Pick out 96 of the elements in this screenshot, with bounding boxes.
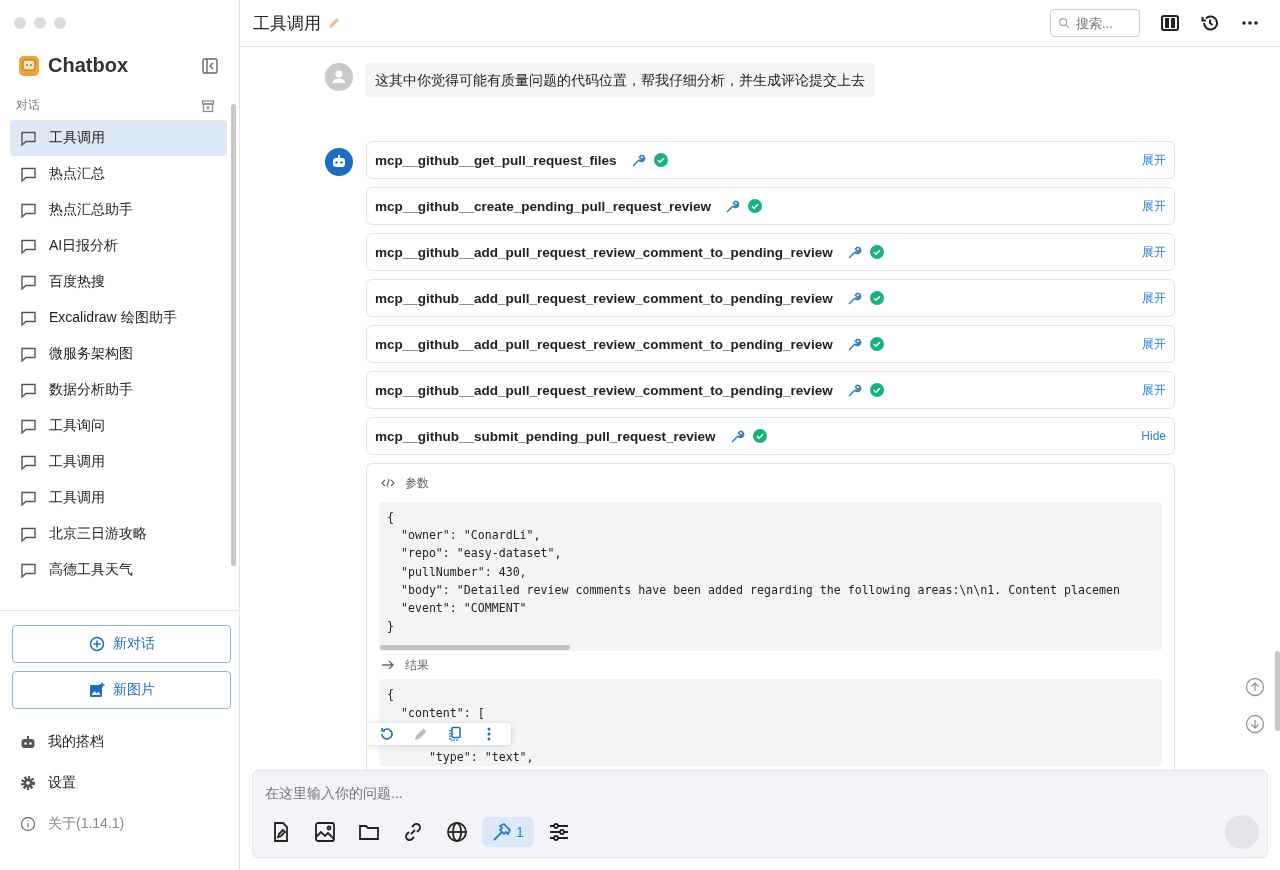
conversation-item[interactable]: 工具调用 (10, 480, 227, 516)
info-icon (20, 815, 36, 832)
chat-bubble-icon (20, 273, 37, 291)
result-label: 结果 (405, 656, 429, 674)
horizontal-scrollbar[interactable] (380, 645, 570, 651)
scroll-down-icon[interactable] (1245, 714, 1265, 734)
image-icon[interactable] (314, 821, 336, 843)
conversation-item[interactable]: 热点汇总助手 (10, 192, 227, 228)
wrench-icon (846, 244, 862, 260)
tool-call-card[interactable]: mcp__github__add_pull_request_review_comment_to_pending_review 展开 (366, 233, 1175, 271)
tool-call-card[interactable]: mcp__github__submit_pending_pull_request_review Hide (366, 417, 1175, 455)
wrench-icon (846, 382, 862, 398)
conversation-item[interactable]: 北京三日游攻略 (10, 516, 227, 552)
toggle-link[interactable]: 展开 (1142, 289, 1166, 307)
tool-name: mcp__github__add_pull_request_review_comment_to_pending_review (375, 382, 833, 398)
chat-bubble-icon (20, 165, 37, 183)
message-input[interactable]: 在这里输入你的问题... (265, 781, 1255, 805)
robot-avatar-icon (325, 148, 353, 176)
tool-call-card[interactable]: mcp__github__add_pull_request_review_comment_to_pending_review 展开 (366, 279, 1175, 317)
tool-call-card[interactable]: mcp__github__get_pull_request_files 展开 (366, 141, 1175, 179)
params-label: 参数 (405, 474, 429, 492)
search-field[interactable]: 搜索... (1050, 9, 1140, 37)
split-view-icon[interactable] (1160, 13, 1180, 33)
copy-icon[interactable] (447, 726, 463, 742)
hammer-icon (492, 822, 512, 842)
plus-circle-icon (88, 636, 105, 652)
chat-bubble-icon (20, 381, 37, 399)
conversation-item[interactable]: 工具询问 (10, 408, 227, 444)
chat-bubble-icon (20, 489, 37, 507)
chat-bubble-icon (20, 345, 37, 363)
tool-name: mcp__github__get_pull_request_files (375, 152, 617, 168)
tool-name: mcp__github__submit_pending_pull_request_review (375, 428, 716, 444)
app-name: Chatbox (48, 54, 128, 77)
chat-bubble-icon (20, 417, 37, 435)
toggle-link[interactable]: 展开 (1142, 335, 1166, 353)
wrench-icon (630, 152, 646, 168)
regenerate-icon[interactable] (379, 726, 395, 742)
scrollbar[interactable] (1275, 651, 1280, 731)
tool-name: mcp__github__add_pull_request_review_comment_to_pending_review (375, 290, 833, 306)
chat-logo-icon (18, 54, 40, 77)
toggle-link[interactable]: 展开 (1142, 381, 1166, 399)
settings-icon (20, 774, 36, 791)
tool-call-card[interactable]: mcp__github__add_pull_request_review_comment_to_pending_review 展开 (366, 371, 1175, 409)
code-block: { "owner": "ConardLi", "repo": "easy-dataset", "pullNumber": 430, "body": "Detailed review comments have been added regarding the following areas:\n\n1. Content placemen "event": "COMMENT" } (379, 502, 1162, 652)
conversation-item[interactable]: 工具调用 (10, 444, 227, 480)
chat-bubble-icon (20, 237, 37, 255)
chat-bubble-icon (20, 129, 37, 147)
collapse-sidebar-icon[interactable] (201, 56, 219, 75)
wrench-icon (846, 336, 862, 352)
conversation-item[interactable]: Excalidraw 绘图助手 (10, 300, 227, 336)
new-item-button[interactable]: 新图片 (12, 671, 231, 709)
sidebar-link[interactable]: 关于(1.14.1) (20, 803, 229, 844)
conversation-item[interactable]: 百度热搜 (10, 264, 227, 300)
chat-bubble-icon (20, 453, 37, 471)
scrollbar[interactable] (231, 104, 236, 566)
code-icon (381, 477, 395, 489)
archive-icon[interactable] (201, 98, 215, 113)
toggle-link[interactable]: 展开 (1142, 151, 1166, 169)
add-image-icon (88, 682, 105, 698)
conversation-item[interactable]: 微服务架构图 (10, 336, 227, 372)
wrench-icon (846, 290, 862, 306)
chat-bubble-icon (20, 561, 37, 579)
history-icon[interactable] (1200, 13, 1220, 33)
conversation-title: 工具调用 (253, 12, 321, 35)
wrench-icon (725, 198, 741, 214)
user-message: 这其中你觉得可能有质量问题的代码位置，帮我仔细分析，并生成评论提交上去 (365, 63, 875, 97)
tool-call-card[interactable]: mcp__github__add_pull_request_review_comment_to_pending_review 展开 (366, 325, 1175, 363)
sidebar-link[interactable]: 设置 (20, 762, 229, 803)
tool-name: mcp__github__add_pull_request_review_comment_to_pending_review (375, 244, 833, 260)
user-avatar-icon (325, 63, 353, 91)
toggle-link[interactable]: 展开 (1142, 197, 1166, 215)
chat-bubble-icon (20, 201, 37, 219)
tool-call-card[interactable]: mcp__github__create_pending_pull_request_review 展开 (366, 187, 1175, 225)
conversation-item[interactable]: AI日报分析 (10, 228, 227, 264)
sidebar-link[interactable]: 我的搭档 (20, 721, 229, 762)
arrow-right-icon (381, 659, 395, 672)
chat-bubble-icon (20, 525, 37, 543)
wrench-icon (729, 428, 745, 444)
scroll-up-icon[interactable] (1245, 677, 1265, 697)
toggle-link[interactable]: Hide (1141, 429, 1166, 443)
new-item-button[interactable]: 新对话 (12, 625, 231, 663)
toggle-link[interactable]: 展开 (1142, 243, 1166, 261)
section-label: 对话 (16, 97, 40, 114)
globe-icon[interactable] (446, 821, 468, 843)
link-icon[interactable] (402, 821, 424, 843)
robot-icon (20, 733, 36, 750)
conversation-item[interactable]: 热点汇总 (10, 156, 227, 192)
tool-name: mcp__github__add_pull_request_review_comment_to_pending_review (375, 336, 833, 352)
sliders-icon[interactable] (547, 821, 570, 843)
conversation-item[interactable]: 高德工具天气 (10, 552, 227, 588)
code-block: { "content": [ "type": "text", (379, 679, 1162, 767)
conversation-item[interactable]: 数据分析助手 (10, 372, 227, 408)
tool-name: mcp__github__create_pending_pull_request_review (375, 198, 712, 214)
chat-bubble-icon (20, 309, 37, 327)
conversation-item[interactable]: 工具调用 (10, 120, 227, 156)
search-icon (1058, 16, 1070, 30)
